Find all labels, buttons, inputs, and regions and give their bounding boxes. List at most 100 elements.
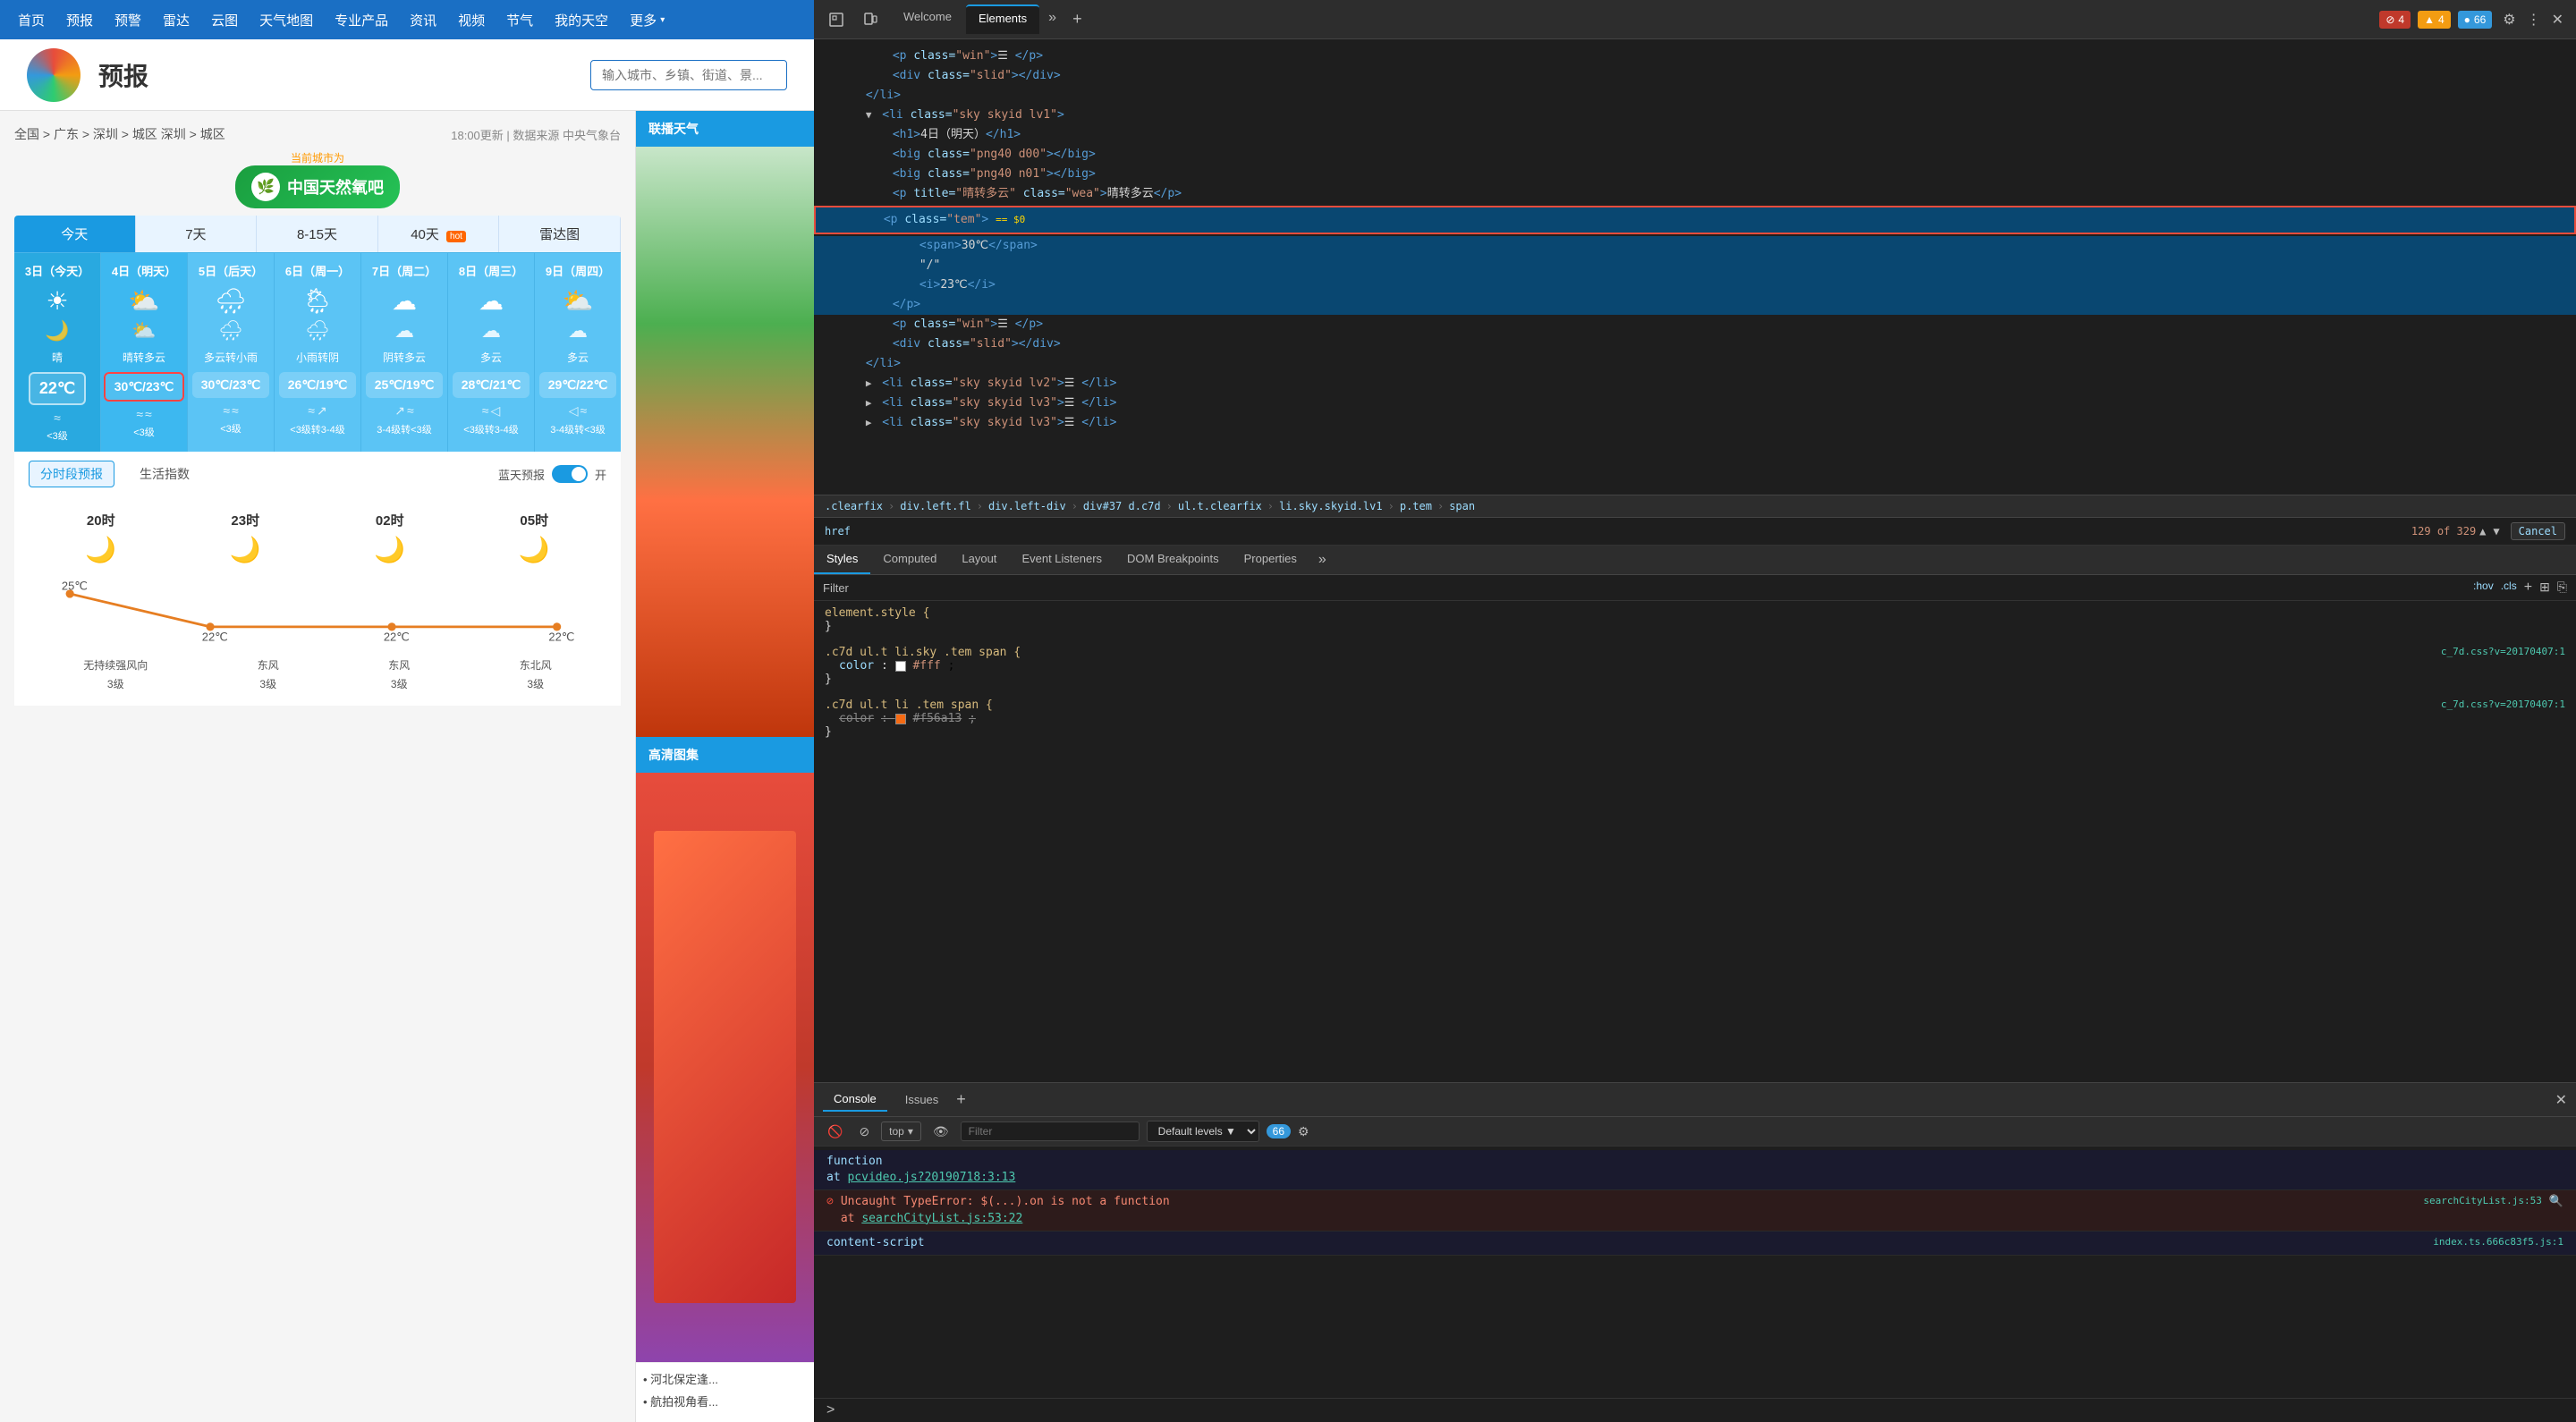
nav-cloud[interactable]: 云图: [211, 11, 238, 30]
console-add-tab[interactable]: +: [956, 1090, 966, 1109]
warn-badge[interactable]: ▲ 4: [2418, 11, 2451, 29]
breadcrumb-item[interactable]: p.tem: [1400, 500, 1432, 512]
styles-tab-events[interactable]: Event Listeners: [1009, 546, 1114, 574]
city-name-badge[interactable]: 🌿 中国天然氧吧: [235, 165, 400, 208]
wind-icons-3: ≈↗: [308, 403, 326, 419]
styles-tab-props[interactable]: Properties: [1232, 546, 1309, 574]
add-rule-button[interactable]: +: [2524, 580, 2532, 596]
dom-line-highlighted[interactable]: <p class="tem"> == $0: [814, 206, 2576, 234]
tab-7days[interactable]: 7天: [136, 216, 258, 252]
console-tab-console[interactable]: Console: [823, 1088, 887, 1112]
news-item-2[interactable]: • 航拍视角看...: [643, 1392, 807, 1409]
breadcrumb-item[interactable]: li.sky.skyid.lv1: [1279, 500, 1383, 512]
nav-solar[interactable]: 节气: [506, 11, 533, 30]
forecast-col-6[interactable]: 9日（周四） ⛅ ☁ 多云 29℃/22℃ ◁≈ 3-4级转<3级: [535, 253, 621, 452]
nav-video[interactable]: 视频: [458, 11, 485, 30]
weather-icon-night-2: 🌧: [218, 319, 243, 343]
breadcrumb-item[interactable]: div.left-div: [988, 500, 1066, 512]
news-item-1[interactable]: • 河北保定逢...: [643, 1370, 807, 1387]
toggle-switch[interactable]: [552, 465, 588, 483]
dom-line-slash: "/": [814, 256, 2576, 275]
close-icon[interactable]: ✕: [2555, 1091, 2567, 1109]
css-link-1[interactable]: c_7d.css?v=20170407:1: [2441, 646, 2565, 657]
console-msg-main-1: Uncaught TypeError: $(...).on is not a f…: [841, 1194, 2417, 1210]
tab-elements[interactable]: Elements: [966, 4, 1039, 34]
styles-tab-more[interactable]: »: [1309, 546, 1335, 574]
console-eye-btn[interactable]: 👁: [928, 1122, 953, 1142]
console-msg-loc-1[interactable]: searchCityList.js:53: [2423, 1194, 2541, 1207]
styles-tab-styles[interactable]: Styles: [814, 546, 870, 574]
cls-button[interactable]: .cls: [2501, 580, 2517, 596]
search-input[interactable]: [590, 60, 787, 90]
breadcrumb-item[interactable]: .clearfix: [825, 500, 883, 512]
add-style-button[interactable]: ⊞: [2539, 580, 2550, 596]
css-close: }: [825, 620, 832, 633]
console-filter-btn[interactable]: ⊘: [854, 1122, 874, 1142]
nav-map[interactable]: 天气地图: [259, 11, 313, 30]
device-icon[interactable]: [857, 6, 884, 33]
nav-warning[interactable]: 预警: [114, 11, 141, 30]
forecast-col-3[interactable]: 6日（周一） 🌦 🌧 小雨转阴 26℃/19℃ ≈↗ <3级转3-4级: [275, 253, 361, 452]
sub-tab-hourly[interactable]: 分时段预报: [29, 461, 114, 487]
forecast-col-today[interactable]: 3日（今天） ☀ 🌙 晴 22℃ ≈ <3级: [14, 253, 101, 452]
top-selector[interactable]: top ▾: [881, 1122, 921, 1141]
styles-tab-layout[interactable]: Layout: [949, 546, 1009, 574]
error-badge[interactable]: ⊘ 4: [2379, 11, 2411, 29]
href-nav-down[interactable]: ▼: [2493, 525, 2499, 537]
sub-tab-life[interactable]: 生活指数: [129, 461, 200, 487]
breadcrumb-item[interactable]: div#37 d.c7d: [1083, 500, 1161, 512]
tab-40days[interactable]: 40天 hot: [378, 216, 500, 252]
href-cancel-button[interactable]: Cancel: [2511, 522, 2565, 540]
dom-line: ▼ <li class="sky skyid lv1">: [814, 106, 2576, 125]
vertical-dots-icon[interactable]: ⋮: [2523, 7, 2545, 32]
console-close-btn[interactable]: ✕: [2555, 1091, 2567, 1109]
tab-more[interactable]: »: [1041, 4, 1063, 34]
nav-pro[interactable]: 专业产品: [335, 11, 388, 30]
styles-tab-dom-bp[interactable]: DOM Breakpoints: [1114, 546, 1232, 574]
breadcrumb-item[interactable]: ul.t.clearfix: [1178, 500, 1262, 512]
copy-button[interactable]: ⎘: [2557, 580, 2567, 596]
day-header-0: 3日（今天）: [25, 262, 89, 279]
weather-desc-0: 晴: [52, 350, 63, 365]
search-icon[interactable]: 🔍: [2549, 1194, 2563, 1210]
console-clear-btn[interactable]: 🚫: [823, 1122, 847, 1142]
nav-forecast[interactable]: 预报: [66, 11, 93, 30]
breadcrumb-item[interactable]: div.left.fl: [900, 500, 970, 512]
console-controls: 🚫 ⊘ top ▾ 👁 Default levels ▼ 66 ⚙: [814, 1117, 2576, 1147]
breadcrumb-item[interactable]: span: [1449, 500, 1475, 512]
hov-button[interactable]: :hov: [2473, 580, 2494, 596]
forecast-col-5[interactable]: 8日（周三） ☁ ☁ 多云 28℃/21℃ ≈◁ <3级转3-4级: [448, 253, 535, 452]
styles-tab-computed[interactable]: Computed: [870, 546, 949, 574]
console-msg-loc-2[interactable]: index.ts.666c83f5.js:1: [2433, 1235, 2563, 1248]
blue-sky-toggle[interactable]: 蓝天预报 开: [498, 465, 606, 483]
tab-today[interactable]: 今天: [14, 216, 136, 252]
console-filter-input[interactable]: [961, 1122, 1140, 1141]
nav-home[interactable]: 首页: [18, 11, 45, 30]
console-input[interactable]: [840, 1404, 2563, 1418]
forecast-col-4[interactable]: 7日（周二） ☁ ☁ 阴转多云 25℃/19℃ ↗≈ 3-4级转<3级: [361, 253, 448, 452]
href-nav-up[interactable]: ▲: [2479, 525, 2486, 537]
console-gear-icon[interactable]: ⚙: [1298, 1124, 1309, 1139]
info-badge[interactable]: ● 66: [2458, 11, 2493, 29]
inspect-icon[interactable]: [823, 6, 850, 33]
nav-radar[interactable]: 雷达: [163, 11, 190, 30]
tab-radar[interactable]: 雷达图: [499, 216, 621, 252]
tab-8-15days[interactable]: 8-15天: [257, 216, 378, 252]
nav-more[interactable]: 更多▾: [630, 11, 665, 30]
console-tab-issues[interactable]: Issues: [894, 1088, 950, 1111]
forecast-col-2[interactable]: 5日（后天） 🌧 🌧 多云转小雨 30℃/23℃ ≈≈ <3级: [188, 253, 275, 452]
close-icon[interactable]: ✕: [2548, 7, 2567, 32]
settings-icon[interactable]: ⚙: [2499, 7, 2519, 32]
forecast-col-1[interactable]: 4日（明天） ⛅ ⛅ 晴转多云 30℃/23℃ ≈≈ <3级: [101, 253, 188, 452]
nav-news[interactable]: 资讯: [410, 11, 436, 30]
temp-box-5: 28℃/21℃: [453, 372, 530, 398]
console-levels-select[interactable]: Default levels ▼: [1147, 1121, 1259, 1142]
console-link-1[interactable]: searchCityList.js:53:22: [861, 1212, 1022, 1225]
tab-welcome[interactable]: Welcome: [891, 4, 964, 34]
css-link-2[interactable]: c_7d.css?v=20170407:1: [2441, 698, 2565, 710]
wind-item-3: 东北风 3级: [520, 657, 552, 691]
add-tab-button[interactable]: +: [1065, 4, 1089, 34]
devtools-header-icons: ⚙ ⋮ ✕: [2499, 7, 2567, 32]
console-link-0[interactable]: pcvideo.js?20190718:3:13: [847, 1171, 1015, 1184]
nav-mysky[interactable]: 我的天空: [555, 11, 608, 30]
